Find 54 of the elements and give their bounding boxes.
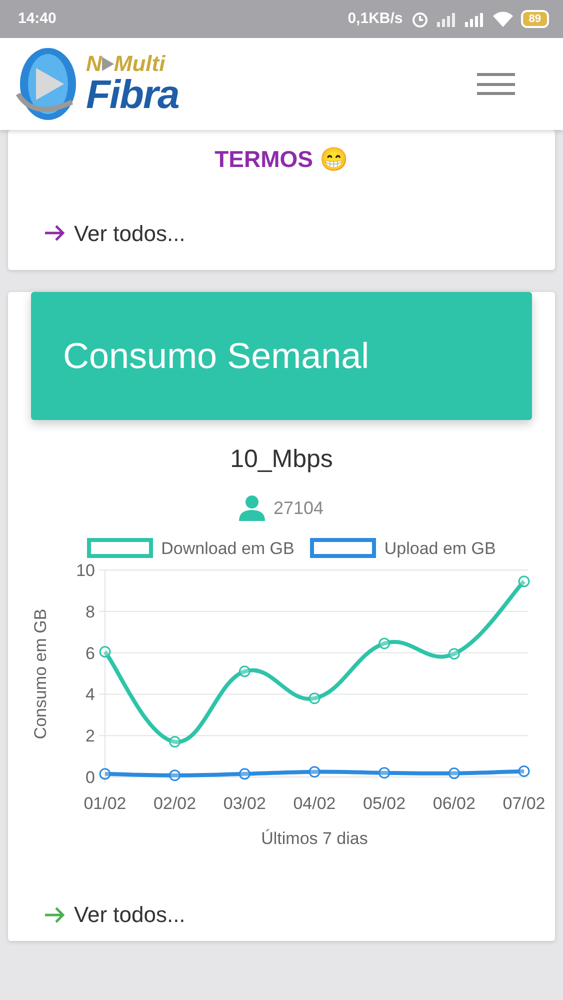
axis-tick-label: 01/02 [84,794,126,813]
axis-tick-label: 2 [86,726,95,746]
legend-label[interactable]: Download em GB [161,536,294,561]
play-icon [102,57,114,71]
signal-icon [464,11,485,27]
axis-tick-label: 0 [86,768,95,787]
data-point [169,770,181,782]
legend-label[interactable]: Upload em GB [384,536,496,561]
view-all-link[interactable]: Ver todos... [44,898,186,931]
legend-swatch [310,538,376,558]
axis-tick-label: 8 [86,602,95,622]
axis-tick-label: 02/02 [154,794,196,813]
client-id: 27104 [273,496,324,520]
data-point [448,768,460,780]
wifi-icon [492,11,513,27]
clock-time: 14:40 [18,8,56,29]
notice-message: TERMOS 😁 [214,146,348,172]
data-point [308,766,320,778]
signal-icon [436,11,457,27]
axis-tick-label: 05/02 [363,794,406,813]
card-title: Consumo Semanal [63,334,370,378]
network-speed: 0,1KB/s [348,8,403,29]
data-point [518,765,530,777]
legend-swatch [87,538,154,558]
view-all-link[interactable]: Ver todos... [44,216,186,250]
user-icon [239,495,266,521]
menu-button[interactable] [477,73,515,95]
axis-title: Consumo em GB [31,608,50,740]
axis-tick-label: 03/02 [223,794,266,813]
data-point [238,768,250,780]
data-point [99,768,111,780]
data-point [448,648,460,660]
data-point [308,692,320,704]
logo-text: Fibra [86,75,179,115]
logo-text: N [86,53,102,75]
logo-text: Multi [114,53,166,75]
axis-title: Últimos 7 dias [261,829,368,848]
axis-tick-label: 04/02 [293,794,336,813]
data-point [378,638,390,650]
data-point [518,576,530,588]
axis-tick-label: 6 [86,644,95,663]
axis-tick-label: 10 [76,561,95,580]
axis-tick-label: 4 [86,685,95,704]
arrow-icon [44,906,66,924]
arrow-icon [44,224,66,242]
axis-tick-label: 07/02 [502,794,546,813]
data-point [378,767,390,779]
battery-icon: 89 [520,10,549,28]
alarm-icon [410,10,429,28]
data-point [169,736,181,748]
data-point [99,646,111,658]
data-point [238,666,250,678]
axis-tick-label: 06/02 [432,794,476,813]
plan-name: 10_Mbps [230,445,333,473]
